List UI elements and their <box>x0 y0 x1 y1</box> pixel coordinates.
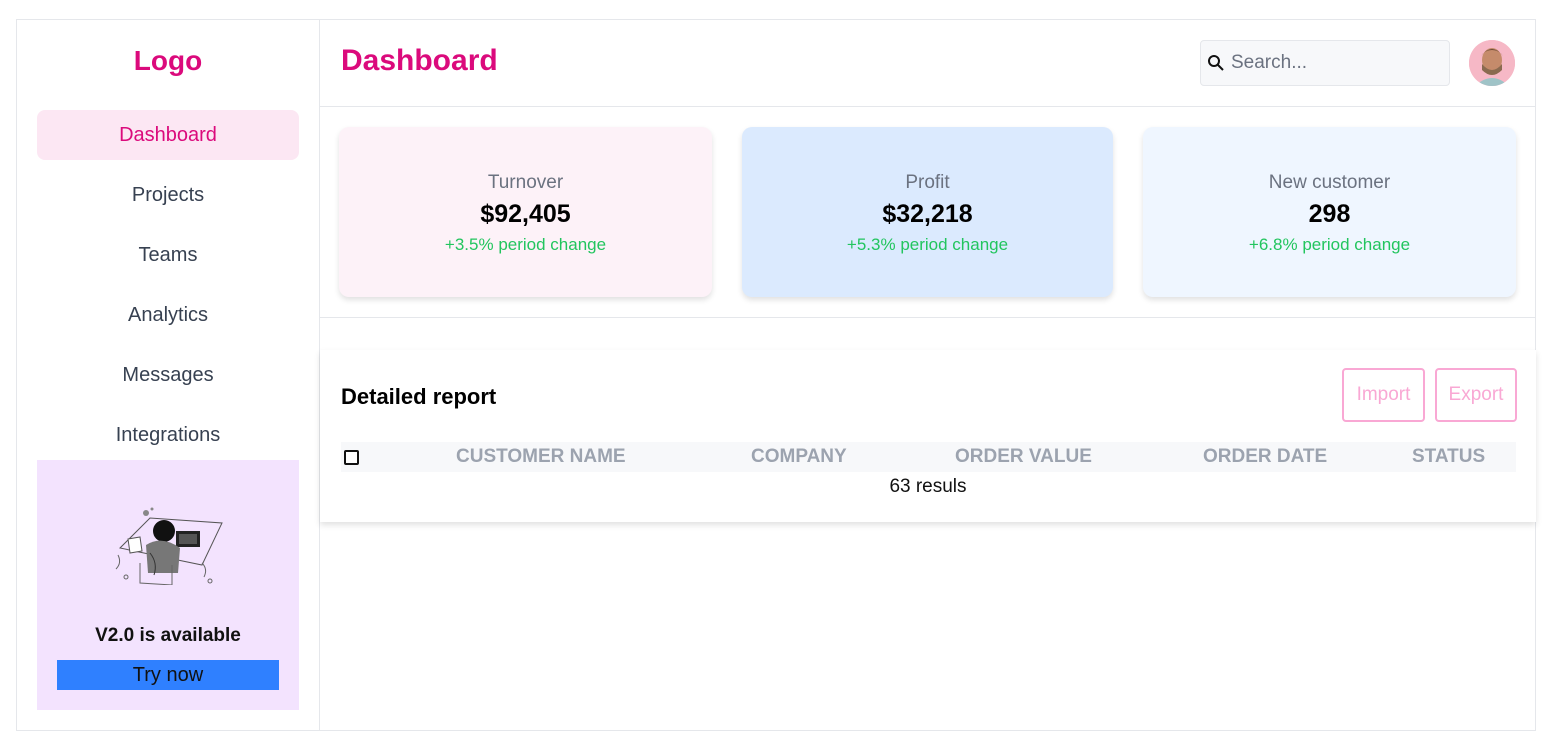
stat-value: 298 <box>1308 200 1351 228</box>
stat-change: +5.3% period change <box>846 235 1009 254</box>
select-all-checkbox[interactable] <box>344 450 359 465</box>
column-header-status[interactable]: STATUS <box>1412 442 1485 472</box>
avatar[interactable] <box>1469 40 1515 86</box>
sidebar-item-teams[interactable]: Teams <box>37 230 299 280</box>
table-header: CUSTOMER NAME COMPANY ORDER VALUE ORDER … <box>341 442 1516 472</box>
stat-value: $32,218 <box>882 200 973 228</box>
stat-label: New customer <box>1268 172 1391 193</box>
column-header-customer-name[interactable]: CUSTOMER NAME <box>456 442 626 472</box>
search-box[interactable] <box>1200 40 1450 86</box>
page-title: Dashboard <box>341 44 498 77</box>
logo[interactable]: Logo <box>16 45 320 77</box>
person-at-computer-illustration <box>115 507 223 585</box>
user-avatar-image <box>1469 40 1515 86</box>
sidebar-item-integrations[interactable]: Integrations <box>37 410 299 460</box>
report-title: Detailed report <box>341 384 497 409</box>
promo-title: V2.0 is available <box>95 625 241 646</box>
sidebar-item-dashboard[interactable]: Dashboard <box>37 110 299 160</box>
sidebar-item-messages[interactable]: Messages <box>37 350 299 400</box>
stat-label: Turnover <box>487 172 564 193</box>
sidebar: Logo Dashboard Projects Teams Analytics … <box>16 19 320 731</box>
export-button[interactable]: Export <box>1435 368 1517 422</box>
sidebar-nav: Dashboard Projects Teams Analytics Messa… <box>37 110 299 470</box>
upgrade-promo: V2.0 is available Try now <box>37 460 299 710</box>
search-icon <box>1208 55 1224 71</box>
stat-change: +3.5% period change <box>444 235 607 254</box>
stat-change: +6.8% period change <box>1248 235 1411 254</box>
stat-label: Profit <box>905 172 950 193</box>
stats-section: Turnover $92,405 +3.5% period change Pro… <box>320 107 1536 318</box>
column-header-order-date[interactable]: ORDER DATE <box>1203 442 1327 472</box>
stat-card-new-customer: New customer 298 +6.8% period change <box>1143 127 1516 297</box>
detailed-report: Detailed report Import Export CUSTOMER N… <box>320 350 1536 522</box>
column-header-order-value[interactable]: ORDER VALUE <box>955 442 1092 472</box>
try-now-button[interactable]: Try now <box>57 660 279 690</box>
stat-card-profit: Profit $32,218 +5.3% period change <box>742 127 1113 297</box>
stat-card-turnover: Turnover $92,405 +3.5% period change <box>339 127 712 297</box>
search-input[interactable] <box>1231 52 1441 74</box>
import-button[interactable]: Import <box>1342 368 1425 422</box>
results-count: 63 resuls <box>889 476 967 497</box>
sidebar-item-analytics[interactable]: Analytics <box>37 290 299 340</box>
column-header-company[interactable]: COMPANY <box>751 442 847 472</box>
top-header: Dashboard <box>320 19 1536 107</box>
sidebar-item-projects[interactable]: Projects <box>37 170 299 220</box>
stat-value: $92,405 <box>480 200 571 228</box>
